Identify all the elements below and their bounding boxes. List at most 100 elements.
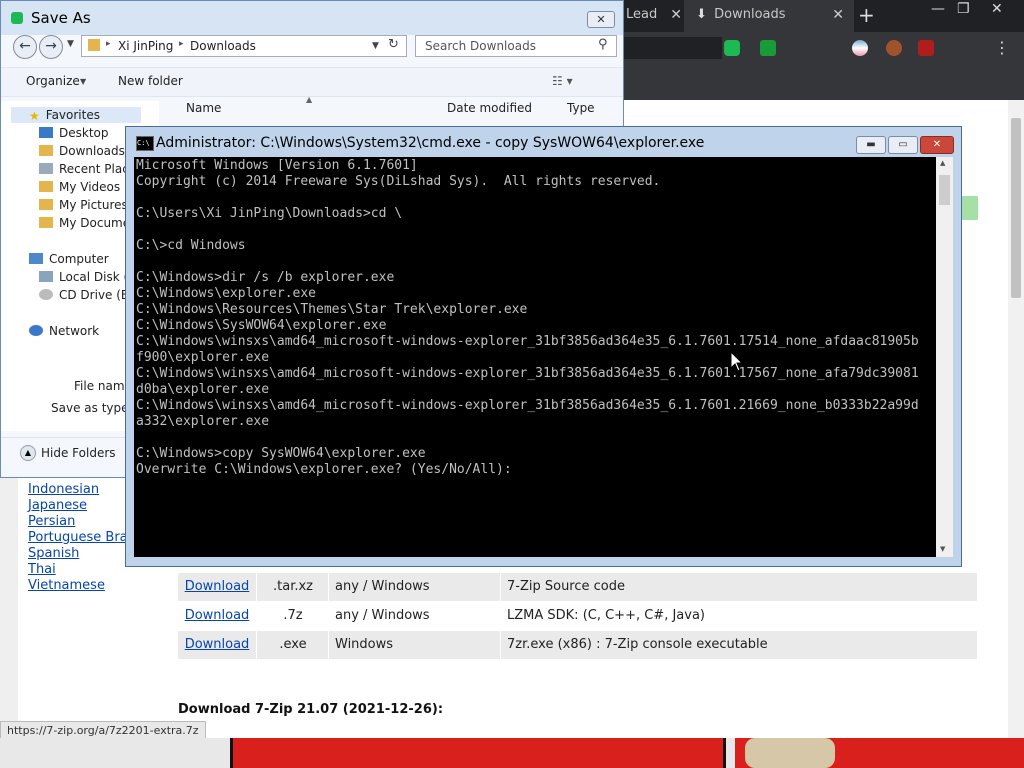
dialog-close-button[interactable]: ✕	[587, 11, 615, 28]
background-image-strip	[0, 738, 1024, 768]
nav-local-disk[interactable]: Local Disk (	[39, 270, 128, 284]
language-link[interactable]: Spanish	[28, 546, 79, 561]
language-link[interactable]: Vietnamese	[28, 578, 105, 593]
back-arrow-icon[interactable]: ←	[13, 35, 37, 59]
profile-flag-icon[interactable]	[852, 40, 868, 56]
chevron-down-icon: ▼	[80, 77, 87, 86]
download-link[interactable]: Download	[185, 608, 250, 623]
file-name-label: File name	[74, 379, 132, 393]
close-button[interactable]: ✕	[920, 136, 954, 154]
console-scrollbar[interactable]: ▲ ▼	[936, 157, 953, 557]
menu-icon[interactable]: ⋮	[994, 38, 1010, 57]
folder-icon	[39, 163, 53, 174]
chevron-down-icon[interactable]: ▼	[67, 39, 74, 49]
table-row: Download .exe Windows 7zr.exe (x86) : 7-…	[178, 631, 977, 659]
cmd-window: C:\ Administrator: C:\Windows\System32\c…	[125, 126, 962, 567]
path-segment[interactable]: Downloads	[190, 39, 256, 53]
photo-fragment	[745, 738, 835, 768]
view-options-icon[interactable]: ☷ ▾	[552, 74, 573, 88]
folder-icon	[39, 217, 53, 228]
tab-lead[interactable]: Lead ✕	[624, 0, 686, 32]
chevron-up-icon[interactable]: ▲	[20, 445, 36, 461]
nav-favorites[interactable]: ★ Favorites	[29, 108, 100, 123]
refresh-icon[interactable]: ↻	[388, 37, 399, 52]
path-bar[interactable]: ▸ Xi JinPing ▸ Downloads ▼ ↻	[81, 35, 407, 57]
column-date-modified[interactable]: Date modified	[447, 101, 532, 115]
hide-folders-button[interactable]: Hide Folders	[41, 446, 116, 460]
cmd-title: Administrator: C:\Windows\System32\cmd.e…	[156, 135, 705, 151]
download-link[interactable]: Download	[185, 579, 250, 594]
nav-desktop[interactable]: Desktop	[39, 126, 109, 140]
save-as-type-label: Save as type	[51, 401, 129, 415]
table-row: Download .7z any / Windows LZMA SDK: (C,…	[178, 602, 977, 630]
scrollbar-thumb[interactable]	[939, 175, 950, 205]
red-block	[230, 738, 726, 768]
tab-downloads[interactable]: ⬇ Downloads ✕	[684, 0, 854, 32]
new-folder-button[interactable]: New folder	[118, 74, 183, 88]
section-heading: Download 7-Zip 21.07 (2021-12-26):	[178, 702, 444, 717]
maximize-button[interactable]: ▭	[888, 136, 918, 154]
nav-pictures[interactable]: My Pictures	[39, 198, 128, 212]
nav-videos[interactable]: My Videos	[39, 180, 120, 194]
tab-label: Downloads	[714, 7, 786, 22]
avatar[interactable]	[886, 40, 902, 56]
shield-icon[interactable]	[760, 40, 776, 56]
file-type: .7z	[256, 602, 329, 630]
command-bar: Organize ▼ New folder ☷ ▾	[1, 67, 623, 97]
file-type: .exe	[256, 631, 329, 659]
nav-recent[interactable]: Recent Plac	[39, 162, 129, 176]
address-bar[interactable]	[624, 37, 722, 59]
dialog-title: Save As	[31, 9, 91, 27]
language-link[interactable]: Japanese	[28, 498, 87, 513]
folder-icon	[88, 39, 100, 51]
scroll-up-icon[interactable]: ▲	[940, 159, 945, 167]
language-link[interactable]: Thai	[28, 562, 56, 577]
nav-computer[interactable]: Computer	[29, 252, 109, 266]
language-link[interactable]: Portuguese Brazilian	[28, 530, 126, 545]
system: any / Windows	[328, 573, 507, 601]
dialog-titlebar: Save As	[1, 1, 623, 35]
system: Windows	[328, 631, 507, 659]
language-link[interactable]: Indonesian	[28, 482, 99, 497]
file-type: .tar.xz	[256, 573, 329, 601]
nav-downloads[interactable]: Downloads	[39, 144, 125, 158]
nav-network[interactable]: Network	[29, 324, 99, 338]
scroll-down-icon[interactable]: ▼	[940, 545, 945, 553]
table-row: Download .tar.xz any / Windows 7-Zip Sou…	[178, 573, 977, 601]
minimize-button[interactable]: —	[931, 0, 945, 18]
extension-icon[interactable]	[724, 40, 740, 56]
close-icon[interactable]: ✕	[670, 0, 682, 30]
minimize-button[interactable]: ▬	[856, 136, 886, 154]
scrollbar-thumb[interactable]	[1011, 118, 1021, 298]
download-link[interactable]: Download	[185, 637, 250, 652]
console-output[interactable]: Microsoft Windows [Version 6.1.7601] Cop…	[134, 157, 936, 557]
close-icon[interactable]: ✕	[832, 0, 844, 30]
column-type[interactable]: Type	[567, 101, 595, 115]
network-icon	[29, 325, 43, 336]
nav-cd-drive[interactable]: CD Drive (E	[39, 288, 129, 302]
description: 7zr.exe (x86) : 7-Zip console executable	[500, 631, 977, 659]
description: LZMA SDK: (C, C++, C#, Java)	[500, 602, 977, 630]
chevron-down-icon[interactable]: ▼	[372, 41, 379, 51]
computer-icon	[29, 253, 43, 264]
column-name[interactable]: Name	[186, 101, 221, 115]
organize-button[interactable]: Organize	[26, 74, 80, 88]
restore-button[interactable]: ❐	[957, 0, 970, 18]
cd-icon	[39, 289, 53, 300]
search-input[interactable]: Search Downloads ⚲	[415, 35, 617, 57]
cmd-titlebar: C:\ Administrator: C:\Windows\System32\c…	[126, 127, 961, 157]
nav-documents[interactable]: My Docume	[39, 216, 130, 230]
new-tab-button[interactable]: +	[858, 0, 875, 30]
star-icon: ★	[29, 109, 40, 123]
forward-arrow-icon[interactable]: →	[39, 35, 63, 59]
folder-icon	[39, 145, 53, 156]
ublock-icon[interactable]	[918, 40, 934, 56]
path-segment[interactable]: Xi JinPing	[118, 39, 173, 53]
app-icon	[11, 12, 23, 24]
folder-icon	[39, 199, 53, 210]
console-text: Microsoft Windows [Version 6.1.7601] Cop…	[136, 158, 919, 477]
language-link[interactable]: Persian	[28, 514, 75, 529]
close-window-button[interactable]: ✕	[991, 0, 1003, 18]
search-icon[interactable]: ⚲	[598, 37, 608, 52]
system: any / Windows	[328, 602, 507, 630]
